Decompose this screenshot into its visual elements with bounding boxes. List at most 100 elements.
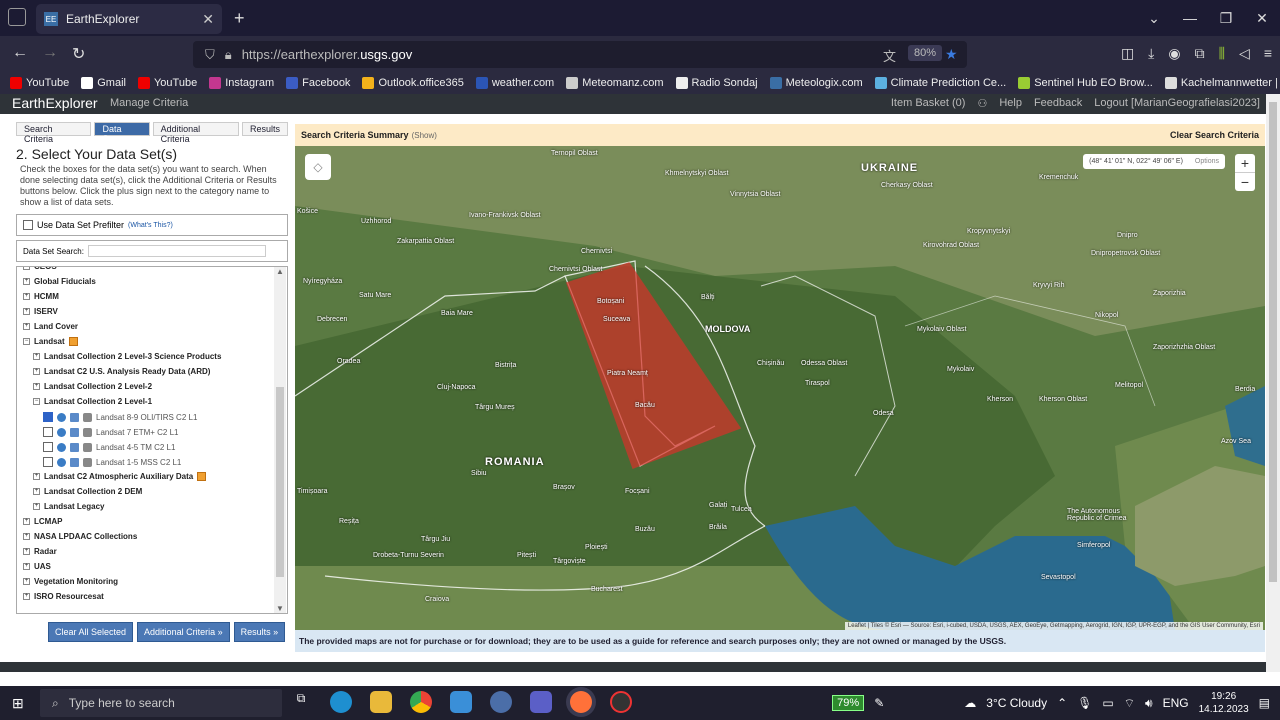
info-icon[interactable] xyxy=(57,442,66,452)
tree-item[interactable]: − Landsat Collection 2 Level-1 xyxy=(33,397,152,406)
zoom-level[interactable]: 80% xyxy=(908,45,943,61)
notifications-icon[interactable]: ▤ xyxy=(1259,696,1270,710)
extension-audio-icon[interactable]: ◁ xyxy=(1239,45,1250,62)
tree-item[interactable]: + HCMM xyxy=(23,292,59,301)
expand-toggle-icon[interactable]: − xyxy=(33,398,40,405)
summary-show-link[interactable]: (Show) xyxy=(412,131,437,140)
tray-chevron-icon[interactable]: ⌃ xyxy=(1057,696,1067,710)
tab-search-criteria[interactable]: Search Criteria xyxy=(16,122,92,144)
bookmark-item[interactable]: Sentinel Hub EO Brow... xyxy=(1018,77,1153,89)
tree-item[interactable]: + ISRO Resourcesat xyxy=(23,592,104,601)
close-tab-icon[interactable]: ✕ xyxy=(202,11,214,28)
logout-link[interactable]: Logout [MarianGeografielasi2023] xyxy=(1094,97,1260,110)
chevron-down-icon[interactable]: ⌄ xyxy=(1136,10,1172,27)
bookmark-item[interactable]: Gmail xyxy=(81,77,126,89)
bookmark-item[interactable]: YouTube xyxy=(10,77,69,89)
battery-indicator[interactable]: 79% xyxy=(832,695,865,711)
user-icon[interactable]: ⚇ xyxy=(977,97,987,110)
lock-icon[interactable]: 🔒︎ xyxy=(225,47,232,63)
dataset-checkbox[interactable] xyxy=(43,427,53,437)
new-tab-icon[interactable]: + xyxy=(234,8,245,29)
extensions-icon[interactable]: ⧉ xyxy=(1195,45,1205,62)
dataset-checkbox[interactable] xyxy=(43,442,53,452)
expand-toggle-icon[interactable]: + xyxy=(33,473,40,480)
tree-item[interactable]: + Radar xyxy=(23,547,57,556)
close-window-icon[interactable]: ✕ xyxy=(1244,10,1280,27)
manage-criteria-link[interactable]: Manage Criteria xyxy=(110,97,188,109)
maximize-icon[interactable]: ❐ xyxy=(1208,10,1244,27)
volume-icon[interactable]: 🔊︎ xyxy=(1145,696,1153,711)
tree-item[interactable]: + NASA LPDAAC Collections xyxy=(23,532,137,541)
expand-toggle-icon[interactable]: + xyxy=(33,503,40,510)
app-icon-3[interactable] xyxy=(610,691,632,713)
metadata-icon[interactable] xyxy=(70,412,79,422)
tab-list-icon[interactable] xyxy=(8,8,26,26)
bookmark-item[interactable]: Radio Sondaj xyxy=(675,77,758,89)
tree-item[interactable]: − Landsat xyxy=(23,337,78,346)
download-icon[interactable]: ⤓ xyxy=(1148,45,1154,62)
account-icon[interactable]: ◉ xyxy=(1168,45,1180,62)
file-explorer-icon[interactable] xyxy=(370,691,392,713)
battery-icon[interactable]: ▭ xyxy=(1102,696,1113,710)
mic-icon[interactable]: 🎙︎ xyxy=(1077,696,1092,710)
tree-item[interactable]: + Vegetation Monitoring xyxy=(23,577,118,586)
options-link[interactable]: Options xyxy=(1195,158,1219,165)
expand-toggle-icon[interactable]: + xyxy=(33,368,40,375)
scroll-down-icon[interactable]: ▼ xyxy=(276,604,284,613)
menu-icon[interactable]: ≡ xyxy=(1264,45,1272,62)
bookmark-item[interactable]: Meteologix.com xyxy=(769,77,863,89)
reload-icon[interactable]: ↻ xyxy=(72,44,85,64)
task-view-icon[interactable]: ⧉ xyxy=(290,691,312,713)
zoom-in-button[interactable]: + xyxy=(1235,154,1255,172)
clear-search-criteria-link[interactable]: Clear Search Criteria xyxy=(1170,130,1259,140)
scroll-up-icon[interactable]: ▲ xyxy=(276,267,284,276)
whats-this-link[interactable]: (What's This?) xyxy=(128,222,173,229)
expand-toggle-icon[interactable]: + xyxy=(33,383,40,390)
tree-item[interactable]: + Land Cover xyxy=(23,322,78,331)
expand-toggle-icon[interactable]: + xyxy=(23,323,30,330)
info-icon[interactable] xyxy=(57,412,66,422)
expand-toggle-icon[interactable]: + xyxy=(23,267,30,270)
tab-results[interactable]: Results xyxy=(241,122,288,136)
tree-item[interactable]: + ISERV xyxy=(23,307,58,316)
clear-all-selected-button[interactable]: Clear All Selected xyxy=(48,622,134,642)
dataset-search-input[interactable] xyxy=(87,245,266,257)
expand-toggle-icon[interactable]: + xyxy=(23,578,30,585)
info-icon[interactable] xyxy=(57,457,66,467)
tree-item[interactable]: Landsat 4-5 TM C2 L1 xyxy=(43,442,175,452)
pen-icon[interactable]: ✎ xyxy=(874,696,884,710)
chrome-icon[interactable] xyxy=(410,691,432,713)
teams-icon[interactable] xyxy=(530,691,552,713)
map-view[interactable]: UKRAINE MOLDOVA ROMANIA Ternopil Oblast … xyxy=(295,146,1265,630)
tree-item[interactable]: + Landsat C2 U.S. Analysis Ready Data (AR… xyxy=(33,367,210,376)
tree-item[interactable]: + Landsat Collection 2 Level-3 Science Pr… xyxy=(33,352,221,361)
zoom-out-button[interactable]: − xyxy=(1235,172,1255,191)
tree-item[interactable]: Landsat 7 ETM+ C2 L1 xyxy=(43,427,179,437)
address-bar[interactable]: ⛉ 🔒︎ https://earthexplorer.usgs.gov 文 80… xyxy=(193,41,967,68)
footprint-icon[interactable] xyxy=(83,412,92,422)
expand-toggle-icon[interactable]: − xyxy=(23,338,30,345)
translate-icon[interactable]: 文 xyxy=(883,46,896,65)
prefilter-checkbox[interactable] xyxy=(23,220,33,230)
tree-item[interactable]: + Landsat C2 Atmospheric Auxiliary Data xyxy=(33,472,207,481)
taskbar-search[interactable]: ⌕ Type here to search xyxy=(40,689,282,717)
tree-item[interactable]: + CEOS xyxy=(23,267,57,271)
additional-criteria-button[interactable]: Additional Criteria » xyxy=(137,622,230,642)
feedback-link[interactable]: Feedback xyxy=(1034,97,1082,110)
shield-icon[interactable]: ⛉ xyxy=(205,47,215,63)
bookmark-star-icon[interactable]: ★ xyxy=(945,46,958,63)
help-link[interactable]: Help xyxy=(999,97,1022,110)
firefox-icon[interactable] xyxy=(570,691,592,713)
brand-link[interactable]: EarthExplorer xyxy=(12,95,98,111)
tab-data-sets[interactable]: Data Sets xyxy=(94,122,150,144)
tree-item[interactable]: + Global Fiducials xyxy=(23,277,96,286)
tree-item[interactable]: + Landsat Collection 2 DEM xyxy=(33,487,142,496)
layers-icon[interactable]: ◇ xyxy=(305,154,331,180)
tree-scrollbar[interactable]: ▲ ▼ xyxy=(274,267,286,613)
footprint-icon[interactable] xyxy=(83,442,92,452)
bookmark-item[interactable]: Climate Prediction Ce... xyxy=(874,77,1006,89)
bookmark-item[interactable]: Meteomanz.com xyxy=(566,77,664,89)
windows-start-icon[interactable]: ⊞ xyxy=(12,695,24,712)
minimize-icon[interactable]: — xyxy=(1172,10,1208,26)
tree-item[interactable]: Landsat 1-5 MSS C2 L1 xyxy=(43,457,181,467)
